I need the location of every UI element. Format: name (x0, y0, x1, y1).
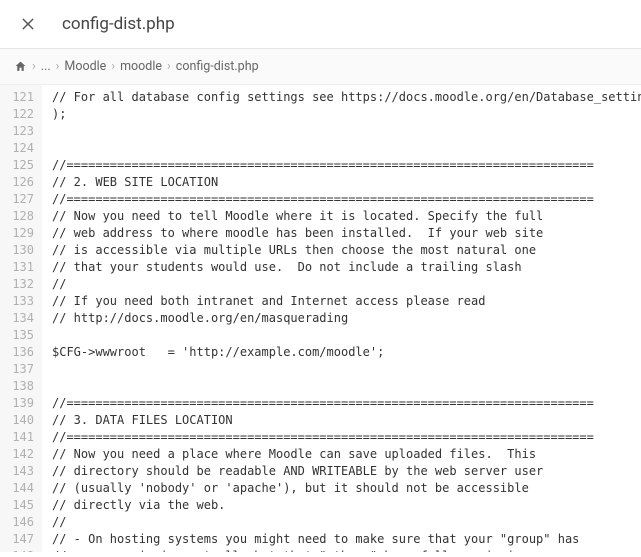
code-content[interactable]: // For all database config settings see … (42, 85, 641, 552)
home-icon[interactable] (14, 60, 27, 73)
code-line: // http://docs.moodle.org/en/masqueradin… (52, 310, 641, 327)
code-viewer: 1211221231241251261271281291301311321331… (0, 85, 641, 552)
chevron-right-icon: › (167, 59, 171, 74)
breadcrumb-ellipsis[interactable]: ... (41, 59, 51, 74)
code-line: //======================================… (52, 157, 641, 174)
line-number: 135 (4, 327, 34, 344)
code-line: // 2. WEB SITE LOCATION (52, 174, 641, 191)
header-bar: config-dist.php (0, 0, 641, 49)
code-line: // directly via the web. (52, 497, 641, 514)
line-number: 137 (4, 361, 34, 378)
line-number: 140 (4, 412, 34, 429)
line-number: 124 (4, 140, 34, 157)
line-number: 132 (4, 276, 34, 293)
code-line: // that your students would use. Do not … (52, 259, 641, 276)
code-line: //======================================… (52, 191, 641, 208)
code-line: // is accessible via multiple URLs then … (52, 242, 641, 259)
line-number: 134 (4, 310, 34, 327)
line-number-gutter: 1211221231241251261271281291301311321331… (0, 85, 42, 552)
line-number: 129 (4, 225, 34, 242)
line-number: 133 (4, 293, 34, 310)
code-line: // Now you need to tell Moodle where it … (52, 208, 641, 225)
page-title: config-dist.php (62, 14, 175, 34)
line-number: 136 (4, 344, 34, 361)
code-line: // For all database config settings see … (52, 89, 641, 106)
code-line: // (52, 514, 641, 531)
line-number: 145 (4, 497, 34, 514)
code-line: $CFG->wwwroot = 'http://example.com/mood… (52, 344, 641, 361)
line-number: 125 (4, 157, 34, 174)
code-line (52, 123, 641, 140)
code-line (52, 140, 641, 157)
code-line: // - On hosting systems you might need t… (52, 531, 641, 548)
code-line: // (52, 276, 641, 293)
line-number: 142 (4, 446, 34, 463)
chevron-right-icon: › (56, 59, 60, 74)
code-line (52, 378, 641, 395)
chevron-right-icon: › (32, 59, 36, 74)
close-icon[interactable] (18, 14, 38, 34)
line-number: 127 (4, 191, 34, 208)
line-number: 147 (4, 531, 34, 548)
breadcrumb: › ... › Moodle › moodle › config-dist.ph… (0, 49, 641, 85)
line-number: 144 (4, 480, 34, 497)
code-line (52, 327, 641, 344)
line-number: 146 (4, 514, 34, 531)
line-number: 128 (4, 208, 34, 225)
code-line: // directory should be readable AND WRIT… (52, 463, 641, 480)
code-line: //======================================… (52, 429, 641, 446)
code-line: // (usually 'nobody' or 'apache'), but i… (52, 480, 641, 497)
line-number: 126 (4, 174, 34, 191)
line-number: 141 (4, 429, 34, 446)
code-line: // 3. DATA FILES LOCATION (52, 412, 641, 429)
breadcrumb-item[interactable]: Moodle (64, 59, 106, 74)
code-line: ); (52, 106, 641, 123)
line-number: 143 (4, 463, 34, 480)
line-number: 131 (4, 259, 34, 276)
code-line: // Now you need a place where Moodle can… (52, 446, 641, 463)
line-number: 122 (4, 106, 34, 123)
line-number: 148 (4, 548, 34, 552)
line-number: 130 (4, 242, 34, 259)
code-line (52, 361, 641, 378)
code-line: // If you need both intranet and Interne… (52, 293, 641, 310)
breadcrumb-item[interactable]: moodle (120, 59, 162, 74)
line-number: 121 (4, 89, 34, 106)
code-line: // web address to where moodle has been … (52, 225, 641, 242)
line-number: 139 (4, 395, 34, 412)
code-line: // no permissions at all, but that "othe… (52, 548, 641, 552)
breadcrumb-current: config-dist.php (176, 59, 259, 74)
line-number: 123 (4, 123, 34, 140)
line-number: 138 (4, 378, 34, 395)
chevron-right-icon: › (111, 59, 115, 74)
code-line: //======================================… (52, 395, 641, 412)
